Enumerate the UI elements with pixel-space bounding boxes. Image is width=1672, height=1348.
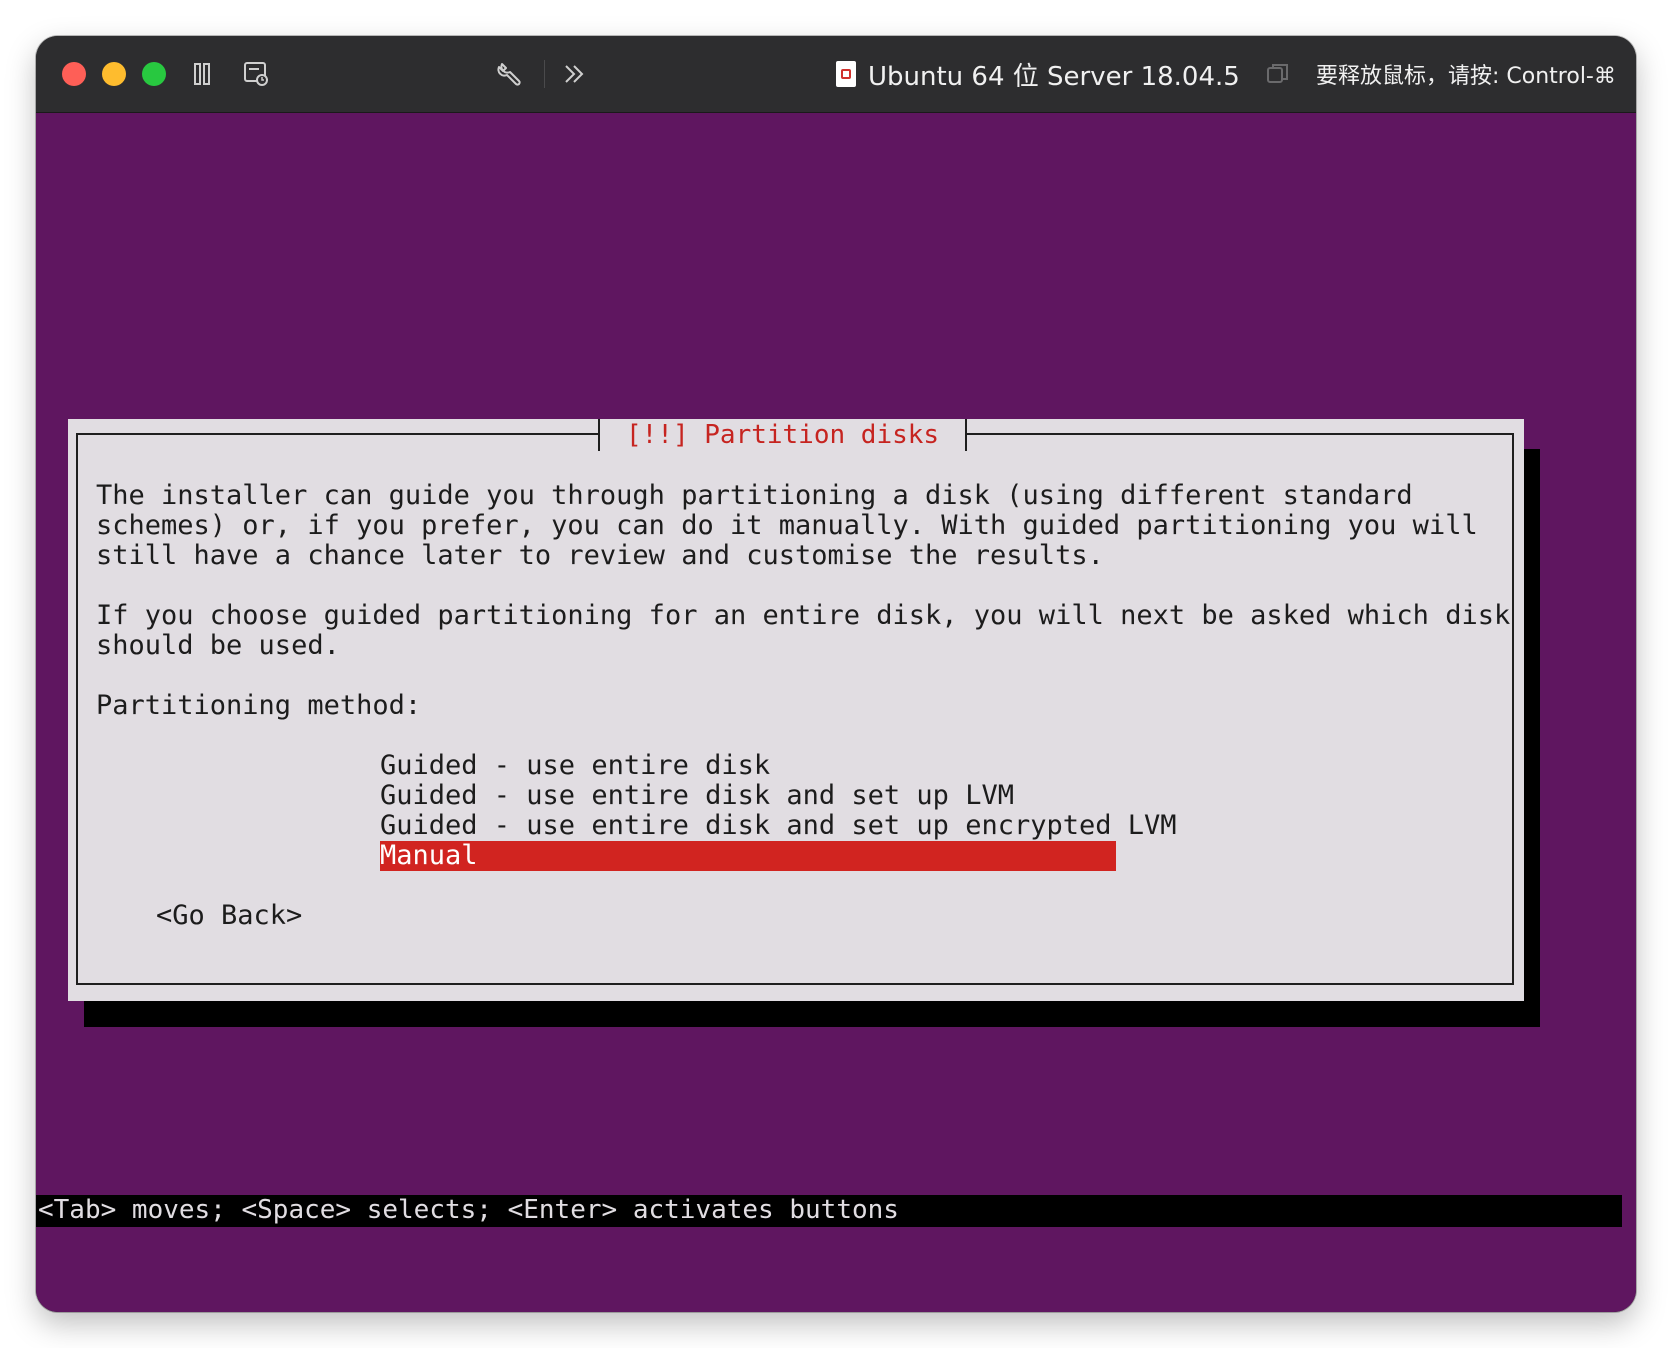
option-guided-entire-disk[interactable]: Guided - use entire disk: [380, 751, 1116, 781]
status-bar: <Tab> moves; <Space> selects; <Enter> ac…: [36, 1195, 1622, 1227]
guided-info-paragraph: If you choose guided partitioning for an…: [96, 600, 1511, 661]
dialog-title-box: [!!] Partition disks: [598, 419, 968, 451]
fullscreen-window-button[interactable]: [142, 62, 166, 86]
vm-window: Ubuntu 64 位 Server 18.04.5 要释放鼠标，请按: Con…: [36, 36, 1636, 1312]
minimize-window-button[interactable]: [102, 62, 126, 86]
mouse-release-hint: 要释放鼠标，请按: Control-⌘: [1316, 64, 1616, 89]
copy-icon[interactable]: [1264, 60, 1292, 88]
go-back-button[interactable]: <Go Back>: [156, 901, 302, 931]
snapshot-icon[interactable]: [238, 56, 274, 92]
more-chevrons-icon[interactable]: [556, 56, 592, 92]
partitioning-method-label: Partitioning method:: [96, 690, 422, 721]
settings-wrench-icon[interactable]: [492, 56, 528, 92]
title-bar: Ubuntu 64 位 Server 18.04.5 要释放鼠标，请按: Con…: [36, 36, 1636, 113]
window-title-group: Ubuntu 64 位 Server 18.04.5: [836, 54, 1240, 94]
toolbar-divider: [544, 60, 545, 88]
vm-screen[interactable]: [!!] Partition disks The installer can g…: [36, 113, 1636, 1312]
vm-document-icon: [836, 61, 856, 87]
keyboard-help-text: <Tab> moves; <Space> selects; <Enter> ac…: [38, 1195, 899, 1225]
partition-dialog: [!!] Partition disks The installer can g…: [68, 419, 1524, 1001]
close-window-button[interactable]: [62, 62, 86, 86]
dialog-title: [!!] Partition disks: [626, 420, 940, 450]
option-guided-lvm[interactable]: Guided - use entire disk and set up LVM: [380, 781, 1116, 811]
pause-icon[interactable]: [184, 56, 220, 92]
partitioning-options-list: Guided - use entire disk Guided - use en…: [380, 751, 1177, 871]
window-title: Ubuntu 64 位 Server 18.04.5: [868, 61, 1240, 92]
intro-paragraph: The installer can guide you through part…: [96, 480, 1478, 571]
option-manual[interactable]: Manual: [380, 841, 1116, 871]
option-guided-encrypted-lvm[interactable]: Guided - use entire disk and set up encr…: [380, 811, 1177, 841]
